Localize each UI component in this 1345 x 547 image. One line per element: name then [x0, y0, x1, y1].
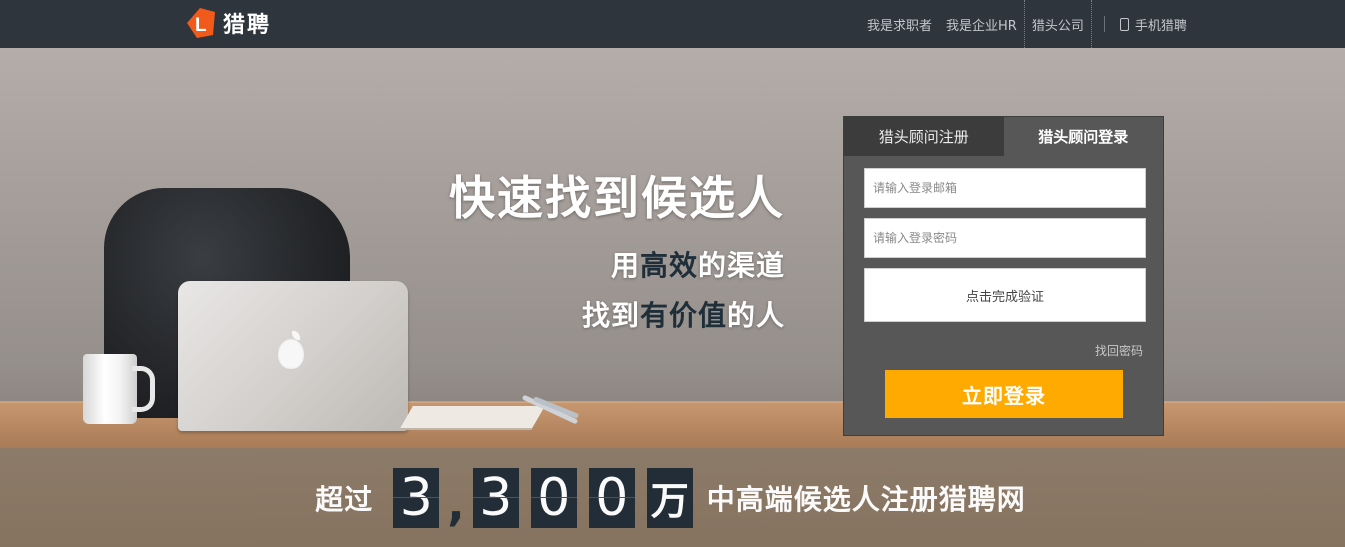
hero-subline-1: 用高效的渠道 [540, 244, 785, 284]
top-nav-links: 我是求职者 我是企业HR 猎头公司 手机猎聘 [860, 0, 1194, 48]
stats-digit: 3 [472, 467, 519, 528]
phone-icon [1119, 17, 1129, 31]
subline-1-emphasis: 高效 [639, 249, 698, 282]
nav-mobile-link[interactable]: 手机猎聘 [1113, 0, 1194, 48]
subline-2-emphasis: 有价值 [639, 299, 727, 332]
subline-2-part-b: 的人 [726, 299, 785, 332]
tab-register[interactable]: 猎头顾问注册 [844, 117, 1004, 156]
mug-handle [132, 366, 155, 412]
logo-icon: L [187, 8, 215, 38]
apple-logo-icon [278, 339, 304, 369]
password-field[interactable] [864, 218, 1146, 258]
logo-text: 猎聘 [223, 13, 272, 38]
hero-headline: 快速找到候选人 [449, 171, 785, 225]
stats-digit: 3 [393, 467, 440, 528]
login-button[interactable]: 立即登录 [885, 370, 1123, 418]
stats-digit: 0 [588, 467, 635, 528]
nav-divider [1103, 16, 1105, 32]
stats-suffix: 中高端候选人注册猎聘网 [706, 482, 1026, 516]
captcha-verify-button[interactable]: 点击完成验证 [864, 268, 1146, 322]
forgot-password-link[interactable]: 找回密码 [1095, 342, 1143, 359]
nav-mobile-label: 手机猎聘 [1134, 18, 1187, 34]
stats-digit: 0 [530, 467, 577, 528]
mug-image [83, 354, 137, 424]
login-tabs: 猎头顾问注册 猎头顾问登录 [844, 117, 1163, 156]
nav-headhunter-company-link[interactable]: 猎头公司 [1023, 0, 1092, 48]
subline-2-part-a: 找到 [581, 299, 640, 332]
notebook-image [399, 406, 545, 430]
subline-1-part-b: 的渠道 [697, 249, 785, 282]
site-logo[interactable]: L 猎聘 [183, 6, 271, 40]
laptop-image [178, 281, 408, 431]
subline-1-part-a: 用 [610, 249, 640, 282]
stats-banner: 超过 3 , 3 0 0 万 中高端候选人注册猎聘网 [0, 448, 1345, 547]
stats-comma: , [447, 476, 465, 531]
nav-job-seeker-link[interactable]: 我是求职者 [860, 0, 939, 48]
svg-text:L: L [195, 15, 207, 36]
nav-hr-link[interactable]: 我是企业HR [939, 0, 1024, 48]
stats-prefix: 超过 [315, 482, 374, 516]
stats-unit: 万 [646, 467, 693, 528]
email-field[interactable] [864, 168, 1146, 208]
login-panel: 猎头顾问注册 猎头顾问登录 点击完成验证 找回密码 立即登录 [843, 116, 1164, 436]
stats-content: 超过 3 , 3 0 0 万 中高端候选人注册猎聘网 [315, 467, 1026, 531]
tab-login[interactable]: 猎头顾问登录 [1003, 117, 1163, 156]
hero-subline-2: 找到有价值的人 [540, 294, 785, 334]
top-nav-bar: L 猎聘 我是求职者 我是企业HR 猎头公司 手机猎聘 [0, 0, 1345, 48]
